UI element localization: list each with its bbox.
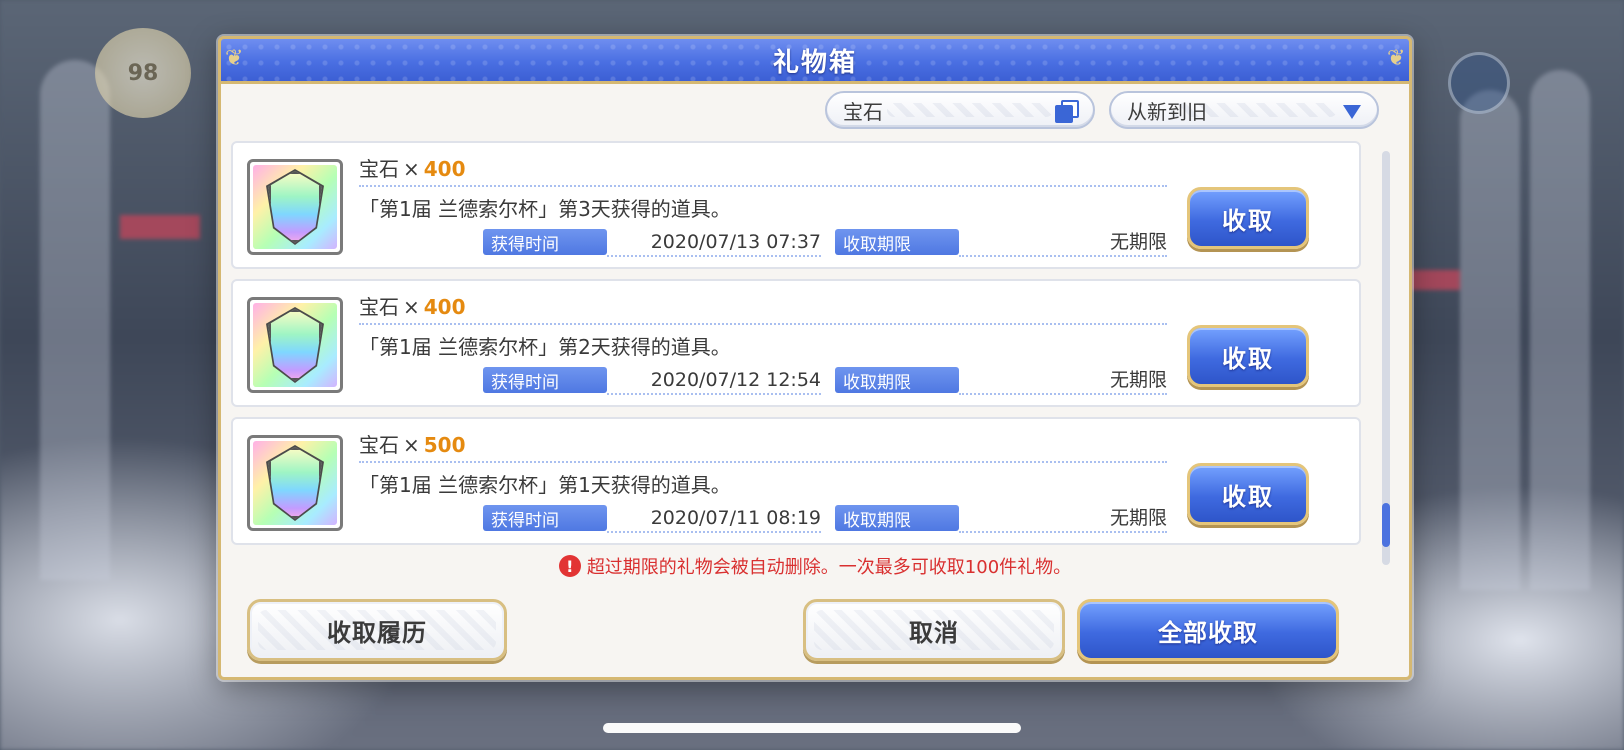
gem-item-icon [247,297,343,393]
gift-list[interactable]: 宝石 × 400 「第1届 兰德索尔杯」第3天获得的道具。 获得时间 2020/07… [227,141,1369,569]
obtained-time-value: 2020/07/12 12:54 [607,367,821,395]
gem-icon [268,171,322,243]
obtained-time-value: 2020/07/11 08:19 [607,505,821,533]
expand-icon [1448,52,1510,114]
gem-item-icon [247,159,343,255]
deadline-label: 收取期限 [835,229,959,255]
warning-icon: ! [558,555,581,577]
item-name: 宝石 × 500 [359,433,466,457]
notice-text: 超过期限的礼物会被自动删除。一次最多可收取100件礼物。 [586,557,1072,578]
sort-order-dropdown[interactable]: 从新到旧 [1109,91,1379,129]
deadline-value: 无期限 [959,229,1167,257]
item-quantity: 400 [423,157,466,181]
item-quantity: 400 [423,295,466,319]
dialog-header: ❦ 礼物箱 ❦ [218,36,1412,84]
claim-all-button[interactable]: 全部收取 [1077,599,1339,661]
gem-icon [268,447,322,519]
obtained-time-label: 获得时间 [483,505,607,531]
item-description: 「第1届 兰德索尔杯」第2天获得的道具。 [359,335,731,359]
type-filter-dropdown[interactable]: 宝石 [825,91,1095,129]
item-description: 「第1届 兰德索尔杯」第3天获得的道具。 [359,197,731,221]
deadline-value: 无期限 [959,505,1167,533]
ornament-icon: ❦ [225,46,244,71]
list-scrollbar[interactable] [1382,151,1390,565]
gift-item: 宝石 × 400 「第1届 兰德索尔杯」第2天获得的道具。 获得时间 2020/07… [231,279,1361,407]
gem-icon [268,309,322,381]
gift-item: 宝石 × 400 「第1届 兰德索尔杯」第3天获得的道具。 获得时间 2020/07… [231,141,1361,269]
gift-box-dialog: ❦ 礼物箱 ❦ 宝石 从新到旧 宝石 × 400 「第1届 兰德索尔杯」第3天获得的… [218,36,1412,680]
copy-icon [1055,100,1079,123]
obtained-time-label: 获得时间 [483,229,607,255]
scrollbar-thumb[interactable] [1382,503,1390,547]
notice: ! 超过期限的礼物会被自动删除。一次最多可收取100件礼物。 [221,553,1409,579]
item-name: 宝石 × 400 [359,157,466,181]
claim-button[interactable]: 收取 [1187,325,1309,387]
item-name: 宝石 × 400 [359,295,466,319]
ornament-icon: ❦ [1387,46,1406,71]
gem-item-icon [247,435,343,531]
claim-history-button[interactable]: 收取履历 [247,599,507,661]
dialog-title: 礼物箱 [772,47,857,78]
deadline-label: 收取期限 [835,367,959,393]
chevron-down-icon [1343,105,1361,119]
deadline-label: 收取期限 [835,505,959,531]
player-level-badge: 98 [95,28,191,118]
type-filter-label: 宝石 [843,99,883,124]
item-quantity: 500 [423,433,466,457]
home-indicator[interactable] [603,723,1021,733]
deadline-value: 无期限 [959,367,1167,395]
item-description: 「第1届 兰德索尔杯」第1天获得的道具。 [359,473,731,497]
claim-button[interactable]: 收取 [1187,463,1309,525]
gift-item: 宝石 × 500 「第1届 兰德索尔杯」第1天获得的道具。 获得时间 2020/07… [231,417,1361,545]
cancel-button[interactable]: 取消 [803,599,1065,661]
sort-order-label: 从新到旧 [1127,99,1207,124]
obtained-time-value: 2020/07/13 07:37 [607,229,821,257]
obtained-time-label: 获得时间 [483,367,607,393]
claim-button[interactable]: 收取 [1187,187,1309,249]
player-level: 98 [127,60,159,86]
